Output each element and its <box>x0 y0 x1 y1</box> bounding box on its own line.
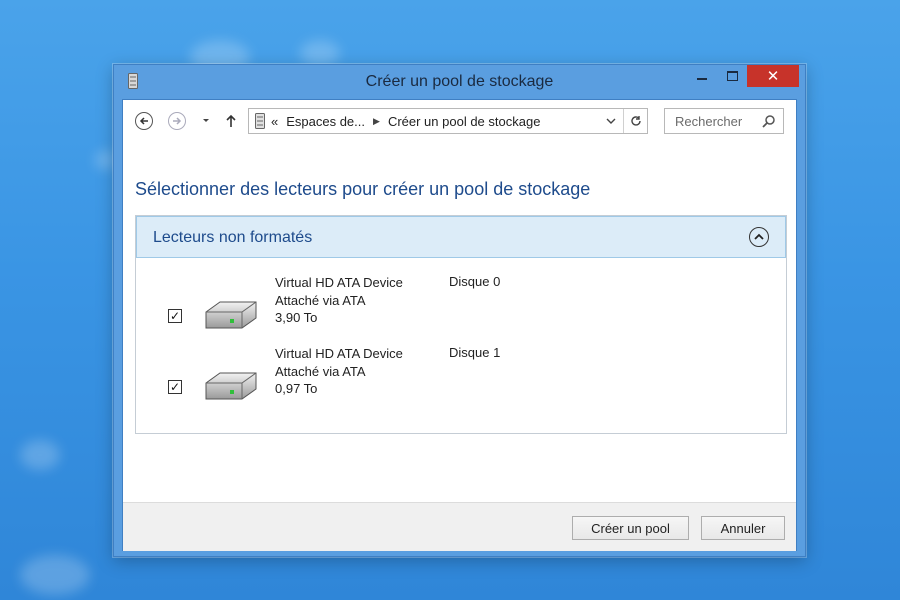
back-button[interactable] <box>133 110 155 132</box>
drive-connection: Attaché via ATA <box>275 292 366 308</box>
back-arrow-icon <box>135 112 153 130</box>
drive-name: Virtual HD ATA Device <box>275 275 403 290</box>
drive-size: 3,90 To <box>275 310 318 325</box>
breadcrumb-parent[interactable]: Espaces de... <box>286 114 365 129</box>
up-arrow-icon <box>226 114 236 127</box>
forward-arrow-icon <box>168 112 186 130</box>
section-title: Lecteurs non formatés <box>153 229 313 246</box>
collapse-button[interactable] <box>749 227 769 247</box>
navigation-toolbar: « Espaces de... ▶ Créer un pool de stock… <box>123 100 796 142</box>
forward-button[interactable] <box>166 110 188 132</box>
drive-disk-number: Disque 0 <box>449 274 501 289</box>
window-client-area: « Espaces de... ▶ Créer un pool de stock… <box>122 99 797 551</box>
page-title: Sélectionner des lecteurs pour créer un … <box>135 179 591 199</box>
drive-item: ✓ Virtual HD ATA Device Attaché via ATA … <box>136 274 786 338</box>
dialog-window: Créer un pool de stockage ✕ « Espaces de… <box>113 64 806 557</box>
hard-drive-icon <box>205 372 257 400</box>
search-input[interactable]: Rechercher <box>664 108 784 134</box>
create-pool-button[interactable]: Créer un pool <box>572 516 689 540</box>
hard-drive-icon <box>205 301 257 329</box>
breadcrumb-overflow[interactable]: « <box>271 114 278 129</box>
dialog-footer: Créer un pool Annuler <box>123 502 796 551</box>
breadcrumb-separator-icon[interactable]: ▶ <box>373 116 380 127</box>
close-icon: ✕ <box>766 68 780 85</box>
chevron-down-icon <box>606 118 616 124</box>
drive-size: 0,97 To <box>275 381 318 396</box>
cancel-button[interactable]: Annuler <box>701 516 785 540</box>
maximize-button[interactable] <box>718 65 746 87</box>
drive-item: ✓ Virtual HD ATA Device Attaché via ATA … <box>136 345 786 409</box>
search-placeholder: Rechercher <box>675 114 743 129</box>
title-bar[interactable]: Créer un pool de stockage ✕ <box>114 65 805 99</box>
drive-checkbox[interactable]: ✓ <box>168 380 182 394</box>
refresh-button[interactable] <box>623 109 648 133</box>
drive-checkbox[interactable]: ✓ <box>168 309 182 323</box>
drive-disk-number: Disque 1 <box>449 345 501 360</box>
up-button[interactable] <box>220 110 242 132</box>
unformatted-drives-section: Lecteurs non formatés ✓ Virtual HD ATA D… <box>135 215 787 434</box>
storage-pool-icon <box>255 113 265 129</box>
section-header[interactable]: Lecteurs non formatés <box>136 216 786 258</box>
close-button[interactable]: ✕ <box>747 65 799 87</box>
drive-name: Virtual HD ATA Device <box>275 346 403 361</box>
recent-locations-button[interactable] <box>195 110 217 132</box>
minimize-button[interactable] <box>688 65 716 87</box>
maximize-icon <box>726 71 738 81</box>
minimize-icon <box>697 78 707 80</box>
chevron-down-icon <box>203 119 209 122</box>
search-icon <box>762 115 775 128</box>
chevron-up-icon <box>754 233 764 240</box>
breadcrumb-current[interactable]: Créer un pool de stockage <box>388 114 540 129</box>
address-dropdown-button[interactable] <box>601 109 621 133</box>
drive-connection: Attaché via ATA <box>275 363 366 379</box>
refresh-icon <box>631 116 641 126</box>
address-bar[interactable]: « Espaces de... ▶ Créer un pool de stock… <box>248 108 648 134</box>
